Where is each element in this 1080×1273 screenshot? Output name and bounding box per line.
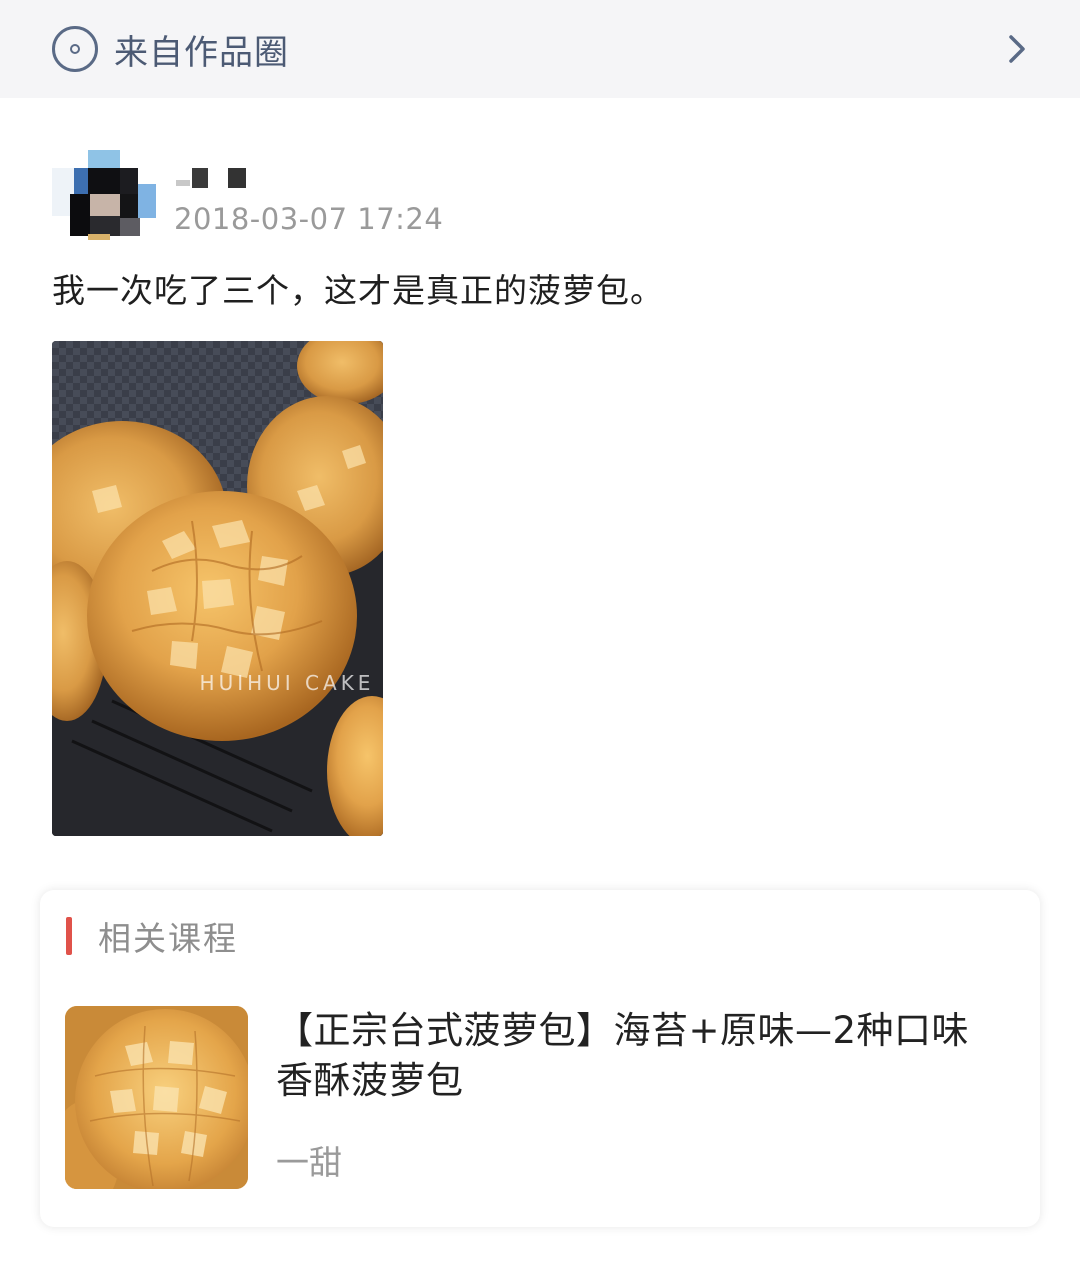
chevron-right-icon[interactable] bbox=[1002, 29, 1032, 69]
related-course-card: 相关课程 【正宗台式菠萝包】海苔+原味—2种口味香酥菠萝包 一甜 bbox=[40, 890, 1040, 1227]
accent-bar bbox=[66, 917, 72, 955]
author-name-redacted[interactable] bbox=[176, 166, 256, 192]
photo-watermark: HUIHUI CAKE bbox=[200, 671, 375, 695]
post-author: 2018-03-07 17:24 bbox=[52, 150, 470, 240]
author-meta: 2018-03-07 17:24 bbox=[170, 150, 470, 240]
source-header-bar[interactable]: 来自作品圈 bbox=[0, 0, 1080, 98]
post-text: 我一次吃了三个，这才是真正的菠萝包。 bbox=[52, 271, 664, 310]
related-section-header: 相关课程 bbox=[66, 916, 238, 958]
source-title: 来自作品圈 bbox=[114, 32, 289, 73]
circle-dot-icon bbox=[52, 26, 98, 72]
course-title[interactable]: 【正宗台式菠萝包】海苔+原味—2种口味香酥菠萝包 bbox=[276, 1006, 1006, 1106]
course-thumbnail[interactable] bbox=[65, 1006, 248, 1189]
post-photo[interactable]: HUIHUI CAKE bbox=[52, 341, 383, 836]
related-section-label: 相关课程 bbox=[98, 919, 238, 958]
course-item[interactable]: 【正宗台式菠萝包】海苔+原味—2种口味香酥菠萝包 一甜 bbox=[65, 1006, 1015, 1190]
avatar[interactable] bbox=[52, 150, 156, 240]
post-detail-page: 来自作品圈 2018-03-07 17:24 我一次吃了三个，这才是真正的菠萝包… bbox=[0, 0, 1080, 1273]
course-author: 一甜 bbox=[276, 1143, 342, 1182]
post-timestamp: 2018-03-07 17:24 bbox=[174, 202, 444, 236]
